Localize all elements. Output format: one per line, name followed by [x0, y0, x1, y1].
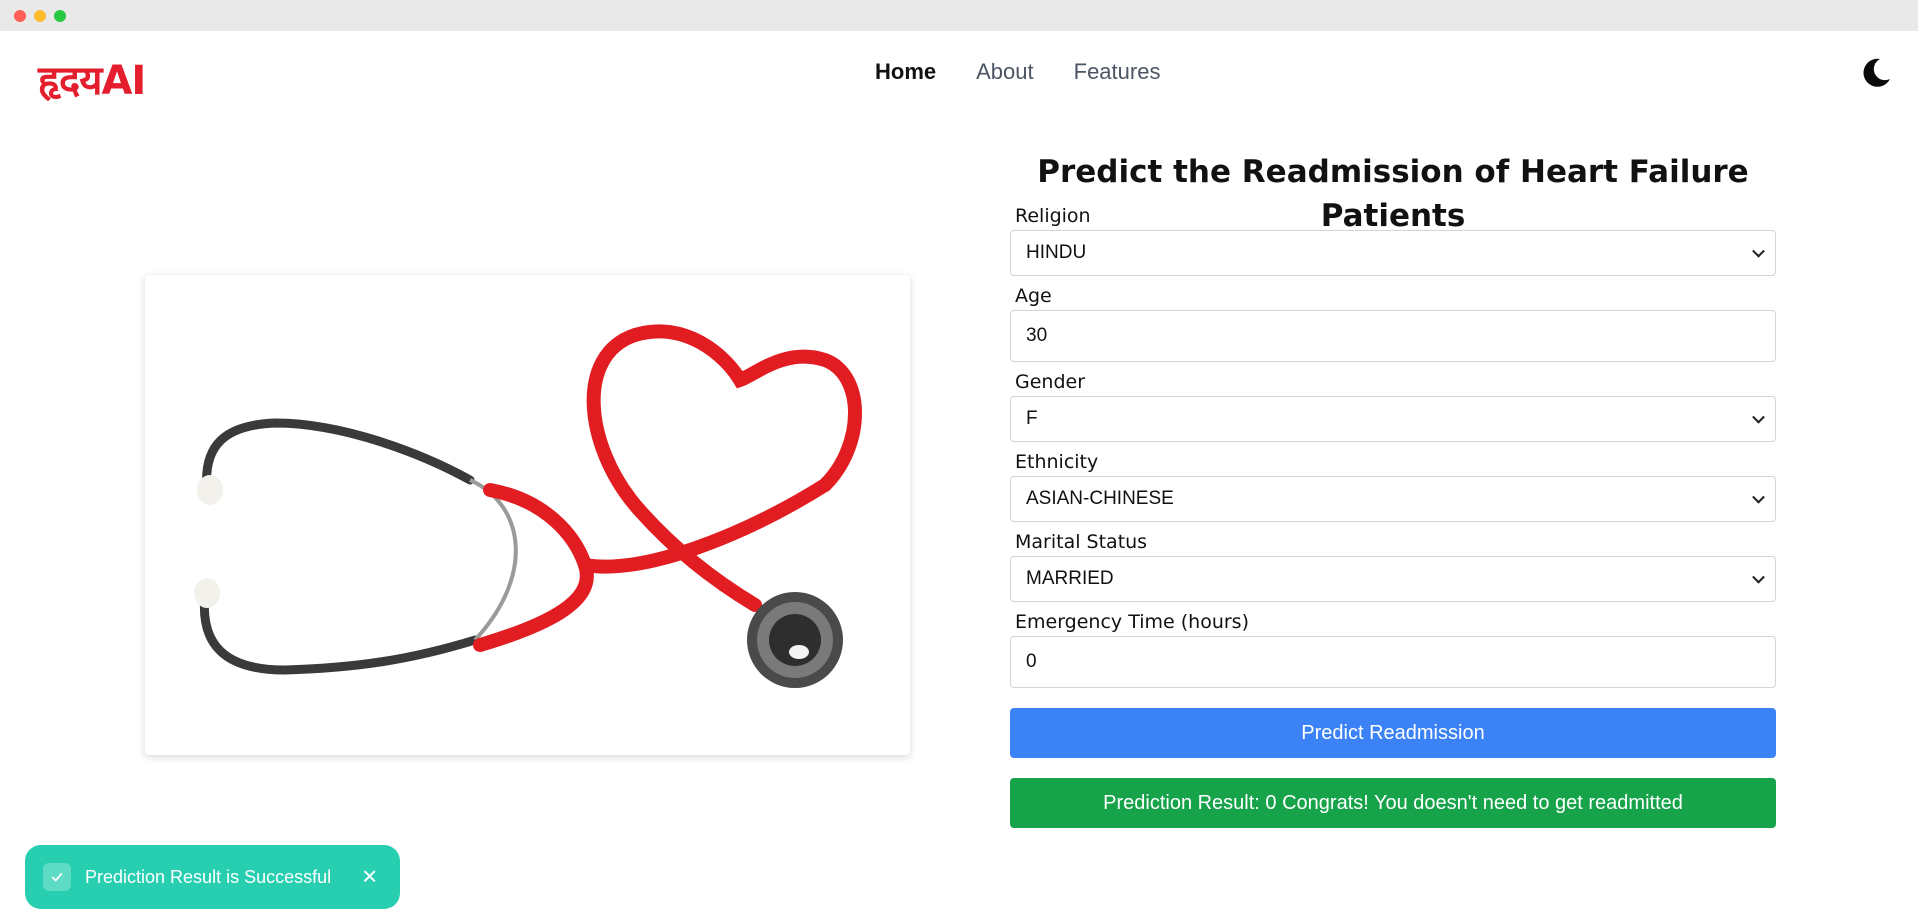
age-input[interactable]: 30 [1010, 310, 1776, 362]
chevron-down-icon [1752, 410, 1765, 424]
ethnicity-select[interactable]: ASIAN-CHINESE [1010, 476, 1776, 522]
close-icon[interactable]: ✕ [361, 865, 378, 890]
religion-value: HINDU [1026, 242, 1087, 263]
emergency-time-input[interactable]: 0 [1010, 636, 1776, 688]
window-titlebar [0, 0, 1918, 31]
navbar: हृदयAI Home About Features [0, 31, 1918, 116]
ethnicity-label: Ethnicity [1015, 451, 1099, 473]
gender-value: F [1026, 408, 1038, 429]
gender-label: Gender [1015, 371, 1086, 393]
minimize-window-button[interactable] [34, 10, 46, 22]
age-label: Age [1015, 285, 1052, 307]
marital-status-label: Marital Status [1015, 531, 1148, 553]
prediction-result-banner: Prediction Result: 0 Congrats! You doesn… [1010, 778, 1776, 828]
marital-status-select[interactable]: MARRIED [1010, 556, 1776, 602]
ethnicity-value: ASIAN-CHINESE [1026, 488, 1174, 509]
chevron-down-icon [1752, 570, 1765, 584]
nav-link-about[interactable]: About [976, 59, 1034, 85]
age-value: 30 [1026, 325, 1048, 346]
nav-link-features[interactable]: Features [1074, 59, 1161, 85]
prediction-form: Predict the Readmission of Heart Failure… [1010, 150, 1776, 828]
gender-select[interactable]: F [1010, 396, 1776, 442]
success-toast: Prediction Result is Successful ✕ [25, 845, 400, 909]
moon-icon [1863, 58, 1890, 87]
nav-links: Home About Features [875, 59, 1160, 85]
theme-toggle-button[interactable] [1858, 55, 1894, 91]
form-title: Predict the Readmission of Heart Failure… [1037, 154, 1749, 234]
toast-message: Prediction Result is Successful [85, 866, 332, 887]
close-window-button[interactable] [14, 10, 26, 22]
brand-logo[interactable]: हृदयAI [38, 51, 146, 106]
chevron-down-icon [1752, 244, 1765, 258]
predict-readmission-button[interactable]: Predict Readmission [1010, 708, 1776, 758]
marital-status-value: MARRIED [1026, 568, 1114, 589]
check-icon [43, 863, 71, 891]
chevron-down-icon [1752, 490, 1765, 504]
maximize-window-button[interactable] [54, 10, 66, 22]
religion-select[interactable]: HINDU [1010, 230, 1776, 276]
emergency-time-label: Emergency Time (hours) [1015, 611, 1249, 633]
nav-link-home[interactable]: Home [875, 59, 936, 85]
heart-stethoscope-illustration [194, 324, 862, 688]
emergency-time-value: 0 [1026, 651, 1037, 672]
heart-stethoscope-image [145, 275, 910, 755]
